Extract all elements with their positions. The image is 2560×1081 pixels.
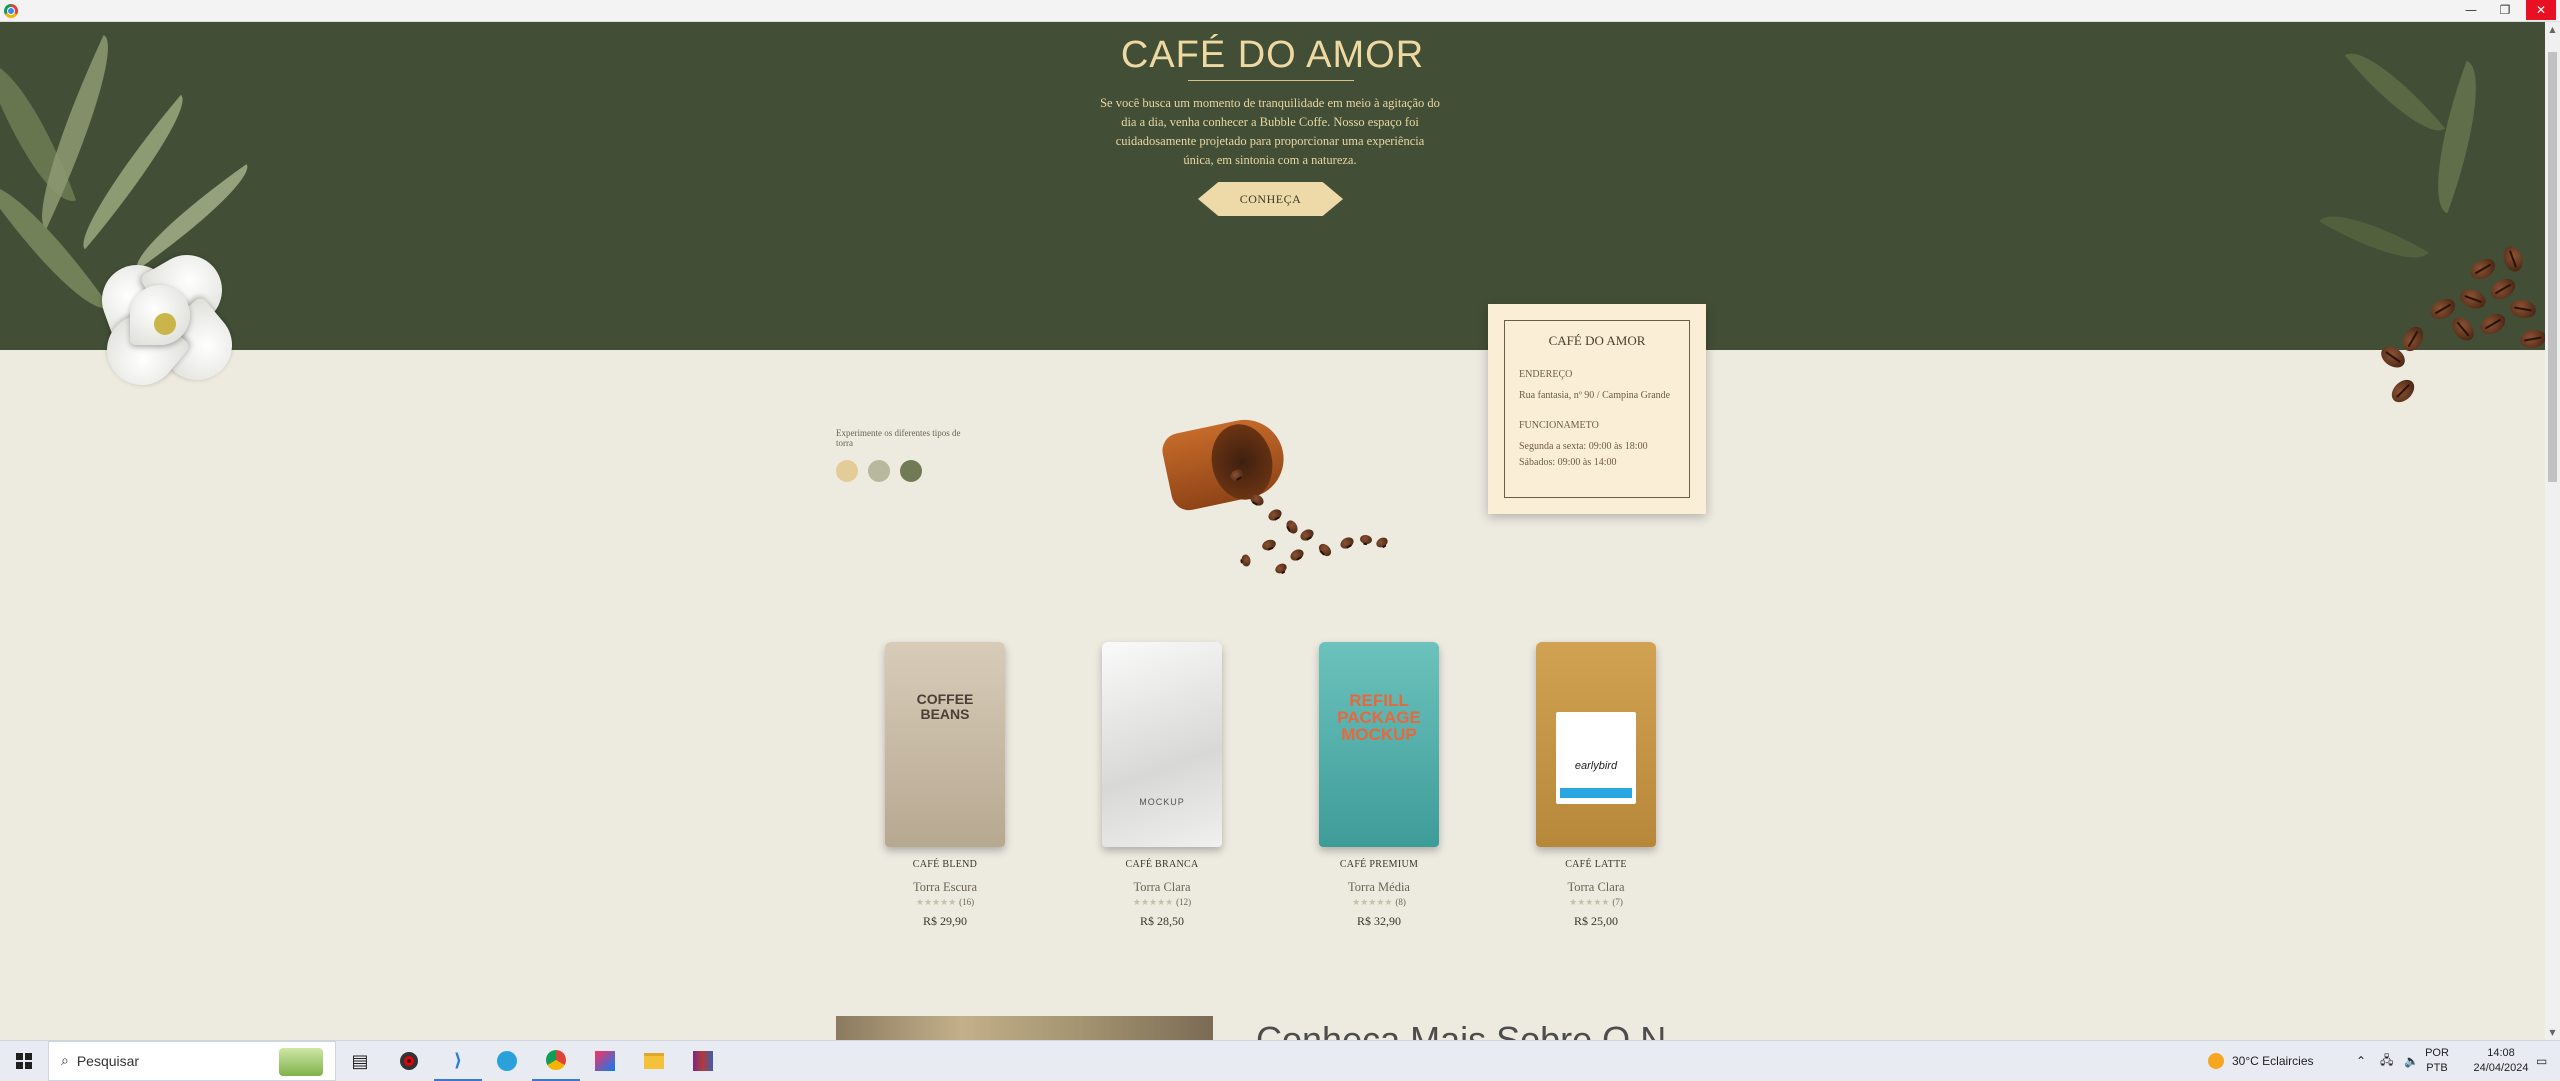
roast-selector-label: Experimente os diferentes tipos de torra xyxy=(836,428,961,448)
record-app-icon[interactable] xyxy=(385,1041,433,1081)
product-image: COFFEE BEANS xyxy=(885,642,1005,847)
leaf-decoration xyxy=(2415,60,2499,214)
leaf-decoration xyxy=(2319,197,2429,277)
weather-widget[interactable]: 30°C Eclaircies xyxy=(2208,1041,2314,1081)
product-image: MOCKUP xyxy=(1102,642,1222,847)
chrome-taskbar-icon[interactable] xyxy=(532,1041,580,1081)
hours-weekdays: Segunda a sexta: 09:00 às 18:00 xyxy=(1519,441,1648,452)
product-image: earlybird xyxy=(1536,642,1656,847)
product-image: REFILL PACKAGE MOCKUP xyxy=(1319,642,1439,847)
windows-taskbar: ⌕ Pesquisar ▤ ⟩ 30°C Eclaircies ⌃ 🖧 🔈 PO… xyxy=(0,1040,2560,1081)
card-title: CAFÉ DO AMOR xyxy=(1548,333,1646,348)
scroll-up-icon[interactable]: ▲ xyxy=(2545,22,2560,37)
location-card: CAFÉ DO AMOR ENDEREÇO Rua fantasia, nº 9… xyxy=(1488,304,1706,514)
clock[interactable]: 14:08 24/04/2024 xyxy=(2468,1041,2534,1081)
review-count: (12) xyxy=(1176,897,1192,907)
lang-bottom: PTB xyxy=(2426,1062,2448,1074)
conheca-button[interactable]: CONHEÇA xyxy=(1198,182,1343,216)
flower-decoration xyxy=(92,242,247,400)
intellij-icon[interactable] xyxy=(581,1041,629,1081)
taskbar-search-box[interactable]: ⌕ Pesquisar xyxy=(48,1041,336,1081)
review-count: (16) xyxy=(959,897,975,907)
product-rating: ★★★★★ (16) xyxy=(865,897,1025,908)
roast-swatch-medium[interactable] xyxy=(868,460,890,482)
winrar-icon[interactable] xyxy=(679,1041,727,1081)
pack-label-box: earlybird xyxy=(1556,712,1636,804)
weather-text: 30°C Eclaircies xyxy=(2232,1054,2314,1068)
minimize-button[interactable]: — xyxy=(2456,0,2486,20)
language-indicator[interactable]: POR PTB xyxy=(2412,1041,2462,1081)
hours-saturday: Sábados: 09:00 às 14:00 xyxy=(1519,457,1617,468)
pack-stripe xyxy=(1560,788,1632,798)
notification-icon[interactable]: ▭ xyxy=(2536,1041,2547,1081)
task-view-icon[interactable]: ▤ xyxy=(336,1041,384,1081)
windows-start-icon[interactable] xyxy=(0,1041,48,1081)
restore-button[interactable]: ❐ xyxy=(2490,0,2520,20)
about-heading: Conheça Mais Sobre O N xyxy=(1256,1025,1666,1040)
product-card[interactable]: earlybird CAFÉ LATTE Torra Clara ★★★★★ (… xyxy=(1516,642,1676,929)
product-card[interactable]: COFFEE BEANS CAFÉ BLEND Torra Escura ★★★… xyxy=(865,642,1025,929)
product-name: CAFÉ BLEND xyxy=(912,859,978,870)
search-icon: ⌕ xyxy=(61,1053,69,1069)
product-price: R$ 25,00 xyxy=(1573,914,1618,928)
address-label: ENDEREÇO xyxy=(1519,369,1573,380)
product-card[interactable]: REFILL PACKAGE MOCKUP CAFÉ PREMIUM Torra… xyxy=(1299,642,1459,929)
product-price: R$ 29,90 xyxy=(922,914,967,928)
clock-time: 14:08 xyxy=(2487,1047,2515,1059)
roast-swatch-light[interactable] xyxy=(836,460,858,482)
product-name: CAFÉ PREMIUM xyxy=(1339,859,1419,870)
product-price: R$ 28,50 xyxy=(1139,914,1184,928)
product-roast: Torra Clara xyxy=(1567,880,1625,894)
product-name: CAFÉ BRANCA xyxy=(1125,859,1199,870)
product-rating: ★★★★★ (7) xyxy=(1516,897,1676,908)
title-underline xyxy=(1188,80,1354,81)
hero-description: Se você busca um momento de tranquilidad… xyxy=(1100,96,1440,167)
search-placeholder: Pesquisar xyxy=(76,1053,140,1069)
star-icons: ★★★★★ xyxy=(1352,898,1393,908)
clock-date: 24/04/2024 xyxy=(2473,1062,2529,1074)
file-explorer-icon[interactable] xyxy=(630,1041,678,1081)
star-icons: ★★★★★ xyxy=(1132,898,1174,908)
product-roast: Torra Média xyxy=(1348,880,1410,894)
product-card[interactable]: MOCKUP CAFÉ BRANCA Torra Clara ★★★★★ (12… xyxy=(1082,642,1242,929)
review-count: (8) xyxy=(1395,897,1406,907)
address-value: Rua fantasia, nº 90 / Campina Grande xyxy=(1519,390,1671,401)
star-icons: ★★★★★ xyxy=(1569,898,1610,908)
browser-titlebar: — ❐ ✕ xyxy=(0,0,2560,22)
show-hidden-icons[interactable]: ⌃ xyxy=(2356,1041,2366,1081)
hero-title: CAFÉ DO AMOR xyxy=(1120,34,1425,76)
scroll-thumb[interactable] xyxy=(2548,52,2557,482)
search-illustration-icon xyxy=(279,1048,323,1076)
product-name: CAFÉ LATTE xyxy=(1565,859,1627,870)
vscode-icon[interactable]: ⟩ xyxy=(434,1041,482,1081)
pack-label: earlybird xyxy=(1574,760,1618,772)
product-price: R$ 32,90 xyxy=(1356,914,1401,928)
product-rating: ★★★★★ (8) xyxy=(1299,897,1459,908)
pack-label: COFFEE BEANS xyxy=(916,691,974,722)
hours-label: FUNCIONAMETO xyxy=(1519,420,1599,431)
roast-swatch-dark[interactable] xyxy=(900,460,922,482)
close-button[interactable]: ✕ xyxy=(2526,0,2556,20)
cafe-interior-image xyxy=(836,1016,1213,1040)
chevron-up-icon: ⌃ xyxy=(2356,1054,2367,1068)
hero-section: CAFÉ DO AMOR Se você busca um momento de… xyxy=(0,22,2545,350)
product-roast: Torra Clara xyxy=(1133,880,1191,894)
network-icon[interactable]: 🖧 xyxy=(2380,1041,2393,1081)
review-count: (7) xyxy=(1612,897,1623,907)
page-scrollbar[interactable]: ▲ ▼ xyxy=(2545,22,2560,1040)
pack-label: REFILL PACKAGE MOCKUP xyxy=(1337,691,1421,744)
product-roast: Torra Escura xyxy=(912,880,978,894)
scroll-down-icon[interactable]: ▼ xyxy=(2545,1025,2560,1040)
telegram-icon[interactable] xyxy=(483,1041,531,1081)
weather-icon xyxy=(2208,1053,2224,1069)
star-icons: ★★★★★ xyxy=(915,898,957,908)
chrome-icon xyxy=(4,4,18,18)
lang-top: POR xyxy=(2425,1047,2449,1059)
pack-label: MOCKUP xyxy=(1139,797,1185,807)
product-rating: ★★★★★ (12) xyxy=(1082,897,1242,908)
